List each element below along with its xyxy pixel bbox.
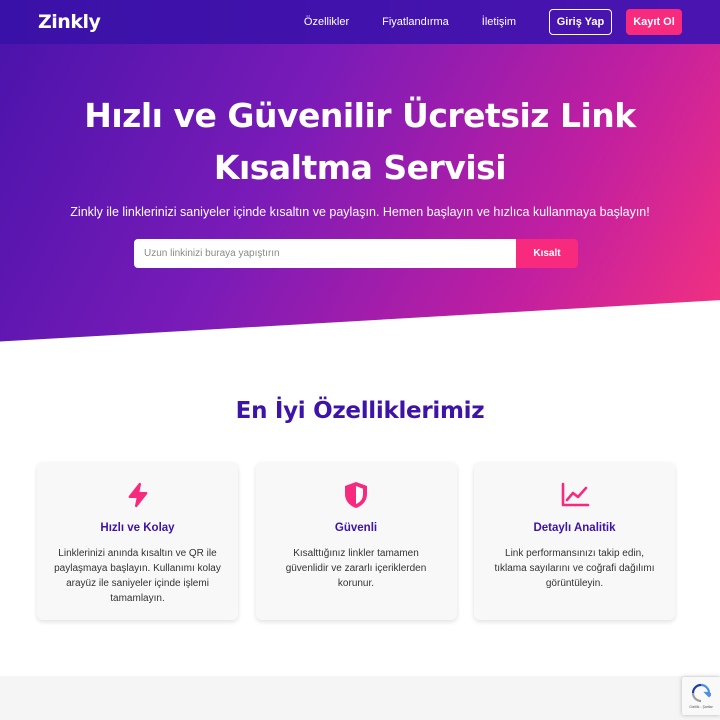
nav-links: Özellikler Fiyatlandırma İletişim Giriş … [304,9,682,35]
hero-title: Hızlı ve Güvenilir Ücretsiz Link Kısaltm… [0,90,720,194]
nav-link-features[interactable]: Özellikler [304,16,349,28]
hero-title-line2: Kısaltma Servisi [213,148,507,187]
features-title: En İyi Özelliklerimiz [235,398,485,424]
feature-description: Link performansınızı takip edin, tıklama… [494,548,655,589]
feature-card: Güvenli Kısalttığınız linkler tamamen gü… [255,462,457,620]
feature-title: Hızlı ve Kolay [100,522,175,534]
feature-card: Detaylı Analitik Link performansınızı ta… [474,462,675,620]
feature-card: Hızlı ve Kolay Linklerinizi anında kısal… [37,462,238,620]
lightning-icon [37,480,238,510]
shield-icon [256,480,457,510]
feature-description: Kısalttığınız linkler tamamen güvenlidir… [285,548,427,589]
shorten-button[interactable]: Kısalt [516,239,578,268]
logo[interactable]: Zinkly [38,11,101,33]
feature-title: Detaylı Analitik [533,522,616,534]
next-section [0,676,720,720]
hero-subtitle: Zinkly ile linklerinizi saniyeler içinde… [70,205,650,219]
url-input[interactable] [134,239,516,268]
login-button[interactable]: Giriş Yap [549,9,612,35]
recaptcha-badge[interactable]: Gizlilik - Şartlar [682,677,720,715]
chart-line-icon [474,480,675,510]
register-button[interactable]: Kayıt Ol [626,9,682,35]
recaptcha-text[interactable]: Gizlilik - Şartlar [689,705,713,709]
navbar: Zinkly Özellikler Fiyatlandırma İletişim… [0,0,720,44]
shorten-form: Kısalt [134,239,578,268]
nav-link-pricing[interactable]: Fiyatlandırma [382,16,449,28]
features-list: Hızlı ve Kolay Linklerinizi anında kısal… [37,462,675,620]
feature-title: Güvenli [334,522,378,534]
feature-description: Linklerinizi anında kısaltın ve QR ile p… [54,548,221,604]
hero-title-line1: Hızlı ve Güvenilir Ücretsiz Link [84,96,636,135]
nav-link-contact[interactable]: İletişim [482,16,516,28]
recaptcha-icon [691,683,711,703]
